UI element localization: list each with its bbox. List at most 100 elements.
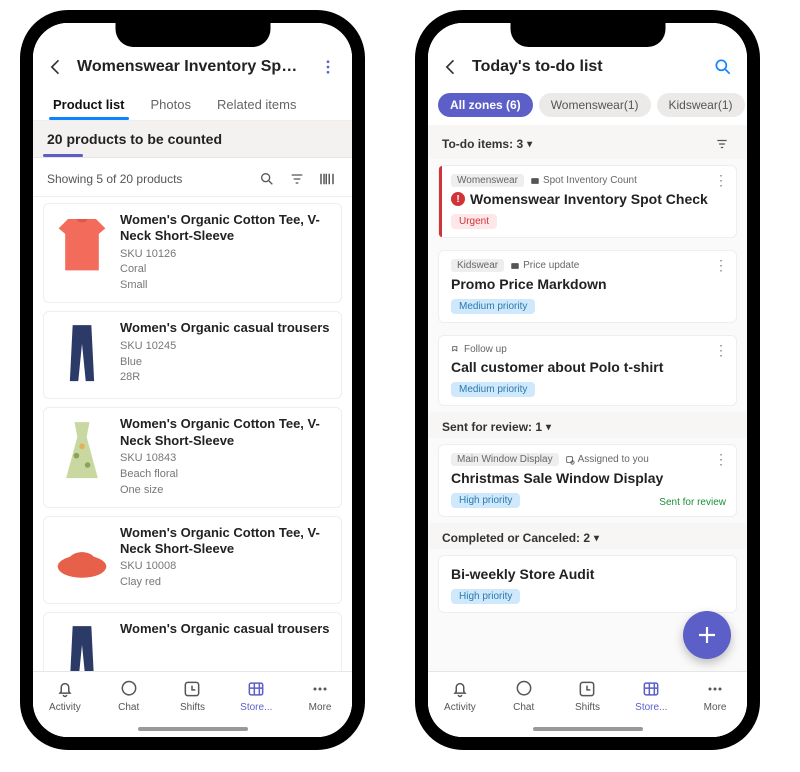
- task-card[interactable]: Bi-weekly Store Audit High priority: [438, 555, 737, 613]
- tab-photos[interactable]: Photos: [147, 91, 195, 120]
- product-sku: SKU 10008: [120, 559, 331, 575]
- add-task-fab[interactable]: [683, 611, 731, 659]
- back-button[interactable]: [45, 56, 67, 78]
- bottom-nav: Activity Chat Shifts Store... More: [33, 671, 352, 737]
- barcode-icon[interactable]: [316, 168, 338, 190]
- task-card[interactable]: ⋮ Womenswear Spot Inventory Count !Women…: [438, 165, 737, 238]
- filter-chips: All zones (6) Womenswear(1) Kidswear(1): [428, 87, 747, 125]
- store-icon: [245, 678, 267, 700]
- product-thumb-hat: [54, 525, 110, 595]
- nav-more[interactable]: More: [293, 678, 347, 713]
- phone-left: Womenswear Inventory Spot Check Product …: [20, 10, 365, 750]
- task-menu-icon[interactable]: ⋮: [714, 172, 728, 189]
- nav-store[interactable]: Store...: [624, 678, 678, 713]
- priority-badge: High priority: [451, 589, 520, 604]
- nav-label: Shifts: [180, 702, 205, 713]
- nav-label: Shifts: [575, 702, 600, 713]
- task-card[interactable]: ⋮ Follow up Call customer about Polo t-s…: [438, 335, 737, 406]
- nav-shifts[interactable]: Shifts: [165, 678, 219, 713]
- search-icon[interactable]: [711, 55, 735, 79]
- nav-store[interactable]: Store...: [229, 678, 283, 713]
- tab-product-list[interactable]: Product list: [49, 91, 129, 120]
- product-row[interactable]: Women's Organic Cotton Tee, V-Neck Short…: [43, 407, 342, 507]
- notch: [115, 21, 270, 47]
- priority-badge: Medium priority: [451, 382, 535, 397]
- task-menu-icon[interactable]: ⋮: [714, 342, 728, 359]
- product-thumb-dress: [54, 416, 110, 486]
- task-card[interactable]: ⋮ Kidswear Price update Promo Price Mark…: [438, 250, 737, 323]
- group-todo-header[interactable]: To-do items: 3▾: [428, 125, 747, 159]
- more-icon: [309, 678, 331, 700]
- chat-icon: [118, 678, 140, 700]
- nav-label: More: [704, 702, 727, 713]
- showing-row: Showing 5 of 20 products: [33, 158, 352, 197]
- group-review-header[interactable]: Sent for review: 1▾: [428, 412, 747, 438]
- product-color: Clay red: [120, 575, 331, 591]
- nav-activity[interactable]: Activity: [38, 678, 92, 713]
- task-type: Follow up: [451, 344, 507, 355]
- back-button[interactable]: [440, 56, 462, 78]
- tabs: Product list Photos Related items: [33, 87, 352, 121]
- page-title: Womenswear Inventory Spot Check: [77, 58, 306, 76]
- page-title: Today's to-do list: [472, 58, 701, 76]
- status-badge: Sent for review: [659, 497, 726, 508]
- task-menu-icon[interactable]: ⋮: [714, 257, 728, 274]
- filter-icon[interactable]: [286, 168, 308, 190]
- chip-all-zones[interactable]: All zones (6): [438, 93, 533, 117]
- nav-more[interactable]: More: [688, 678, 742, 713]
- chip-kidswear[interactable]: Kidswear(1): [657, 93, 745, 117]
- task-type: Spot Inventory Count: [530, 175, 637, 186]
- product-color: Blue: [120, 355, 331, 371]
- task-title: !Womenswear Inventory Spot Check: [451, 191, 726, 207]
- product-name: Women's Organic casual trousers: [120, 621, 331, 637]
- showing-text: Showing 5 of 20 products: [47, 172, 182, 186]
- search-icon[interactable]: [256, 168, 278, 190]
- nav-label: More: [309, 702, 332, 713]
- nav-label: Chat: [118, 702, 139, 713]
- task-title: Christmas Sale Window Display: [451, 470, 726, 486]
- task-zone-tag: Kidswear: [451, 259, 504, 272]
- nav-label: Activity: [49, 702, 81, 713]
- nav-label: Store...: [240, 702, 272, 713]
- store-icon: [640, 678, 662, 700]
- task-tags: Main Window Display Assigned to you: [451, 453, 726, 466]
- product-name: Women's Organic Cotton Tee, V-Neck Short…: [120, 416, 331, 449]
- nav-shifts[interactable]: Shifts: [560, 678, 614, 713]
- home-indicator: [533, 727, 643, 731]
- task-card[interactable]: ⋮ Main Window Display Assigned to you Ch…: [438, 444, 737, 517]
- product-list[interactable]: Women's Organic Cotton Tee, V-Neck Short…: [33, 197, 352, 671]
- product-color: Coral: [120, 262, 331, 278]
- bottom-nav: Activity Chat Shifts Store... More: [428, 671, 747, 737]
- chip-womenswear[interactable]: Womenswear(1): [539, 93, 651, 117]
- task-title: Bi-weekly Store Audit: [451, 566, 726, 582]
- progress-indicator: [43, 154, 83, 157]
- alert-icon: !: [451, 192, 465, 206]
- chevron-down-icon: ▾: [527, 139, 532, 150]
- product-color: Beach floral: [120, 467, 331, 483]
- priority-badge: Urgent: [451, 214, 497, 229]
- product-row[interactable]: Women's Organic casual trousers: [43, 612, 342, 671]
- more-menu-icon[interactable]: [316, 55, 340, 79]
- filter-icon[interactable]: [711, 133, 733, 155]
- product-row[interactable]: Women's Organic Cotton Tee, V-Neck Short…: [43, 203, 342, 303]
- nav-chat[interactable]: Chat: [497, 678, 551, 713]
- more-icon: [704, 678, 726, 700]
- product-sku: SKU 10843: [120, 451, 331, 467]
- product-thumb-tee: [54, 212, 110, 282]
- nav-chat[interactable]: Chat: [102, 678, 156, 713]
- product-name: Women's Organic Cotton Tee, V-Neck Short…: [120, 525, 331, 558]
- task-menu-icon[interactable]: ⋮: [714, 451, 728, 468]
- tab-related-items[interactable]: Related items: [213, 91, 300, 120]
- group-label: Sent for review: 1: [442, 420, 542, 434]
- product-size: Small: [120, 278, 331, 294]
- chevron-down-icon: ▾: [594, 533, 599, 544]
- group-done-header[interactable]: Completed or Canceled: 2▾: [428, 523, 747, 549]
- product-sku: SKU 10245: [120, 339, 331, 355]
- chat-icon: [513, 678, 535, 700]
- product-thumb-trousers: [54, 320, 110, 390]
- nav-activity[interactable]: Activity: [433, 678, 487, 713]
- product-row[interactable]: Women's Organic casual trousers SKU 1024…: [43, 311, 342, 399]
- product-row[interactable]: Women's Organic Cotton Tee, V-Neck Short…: [43, 516, 342, 604]
- section-header: 20 products to be counted: [33, 121, 352, 158]
- phone-right: Today's to-do list All zones (6) Womensw…: [415, 10, 760, 750]
